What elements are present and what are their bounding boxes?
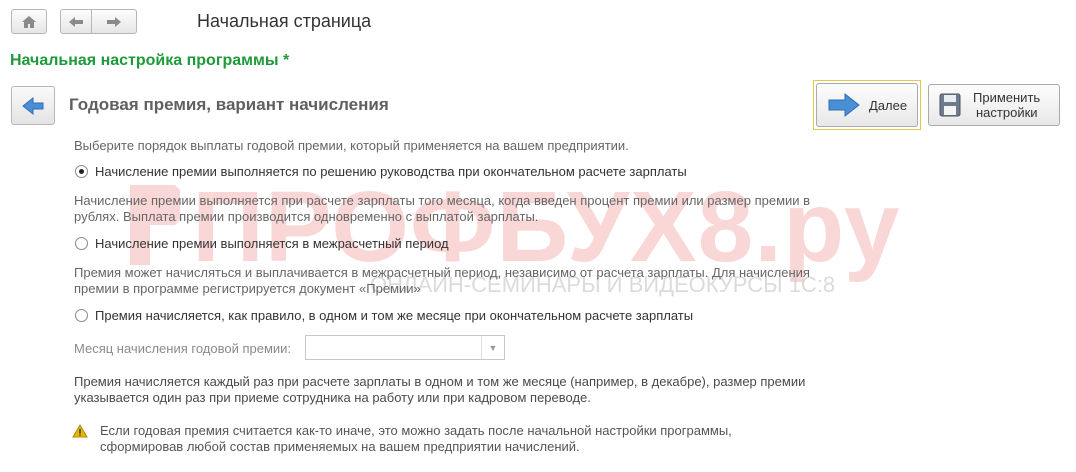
arrow-right-icon [107,16,121,27]
arrow-right-icon [828,92,860,118]
option-description-line: Премия может начисляться и выплачивается… [74,265,810,280]
option-label[interactable]: Начисление премии выполняется по решению… [95,164,687,179]
arrow-left-icon [69,16,83,27]
page-title: Начальная страница [197,11,372,31]
option-description-line: указывается один раз при приеме сотрудни… [74,390,591,405]
previous-step-button[interactable] [11,86,55,125]
option-description: Премия начисляется каждый раз при расчет… [74,374,805,406]
option-radio-row[interactable]: Начисление премии выполняется по решению… [75,164,687,179]
month-select[interactable]: ▼ [305,335,505,360]
radio-button[interactable] [75,237,88,250]
floppy-disk-icon [939,93,961,117]
month-field-label: Месяц начисления годовой премии: [74,341,292,356]
option-label[interactable]: Премия начисляется, как правило, в одном… [95,308,693,323]
option-radio-row[interactable]: Премия начисляется, как правило, в одном… [75,308,693,323]
instruction-text: Выберите порядок выплаты годовой премии,… [74,138,629,153]
apply-settings-button[interactable]: Применить настройки [928,84,1060,126]
arrow-left-icon [22,96,44,115]
radio-button-checked[interactable] [75,165,88,178]
chevron-down-icon: ▼ [488,342,498,353]
option-description-line: Начисление премии выполняется при расчет… [74,193,811,208]
apply-settings-label-line2: настройки [976,105,1038,120]
warning-text: Если годовая премия считается как-то ина… [100,423,732,455]
next-button[interactable]: Далее [813,80,921,130]
option-description: Начисление премии выполняется при расчет… [74,193,810,225]
next-button-face[interactable]: Далее [816,83,918,127]
next-button-label: Далее [869,97,908,113]
app-window: ПРОФБУХ8.ру ОНЛАЙН-СЕМИНАРЫ И ВИДЕОКУРСЫ… [0,0,1076,472]
option-description-line: Премия начисляется каждый раз при расчет… [74,374,806,389]
nav-forward-button[interactable] [91,9,137,34]
warning-text-line: сформировав любой состав применяемых на … [100,439,580,454]
warning-text-line: Если годовая премия считается как-то ина… [100,423,732,438]
dropdown-button[interactable]: ▼ [481,336,504,359]
apply-settings-label-line1: Применить [973,90,1041,105]
option-description-line: премии в программе регистрируется докуме… [74,281,421,296]
step-title: Годовая премия, вариант начисления [69,95,389,114]
nav-back-button[interactable] [60,9,92,34]
home-icon [22,15,36,28]
radio-button[interactable] [75,309,88,322]
option-description-line: рублях. Выплата премии производится одно… [74,209,539,224]
section-title: Начальная настройка программы * [10,52,290,69]
option-radio-row[interactable]: Начисление премии выполняется в межрасче… [75,236,449,251]
option-label[interactable]: Начисление премии выполняется в межрасче… [95,236,449,251]
option-description: Премия может начисляться и выплачивается… [74,265,810,297]
apply-settings-label: Применить настройки [973,90,1040,120]
warning-icon [72,424,88,438]
home-button[interactable] [11,9,47,34]
